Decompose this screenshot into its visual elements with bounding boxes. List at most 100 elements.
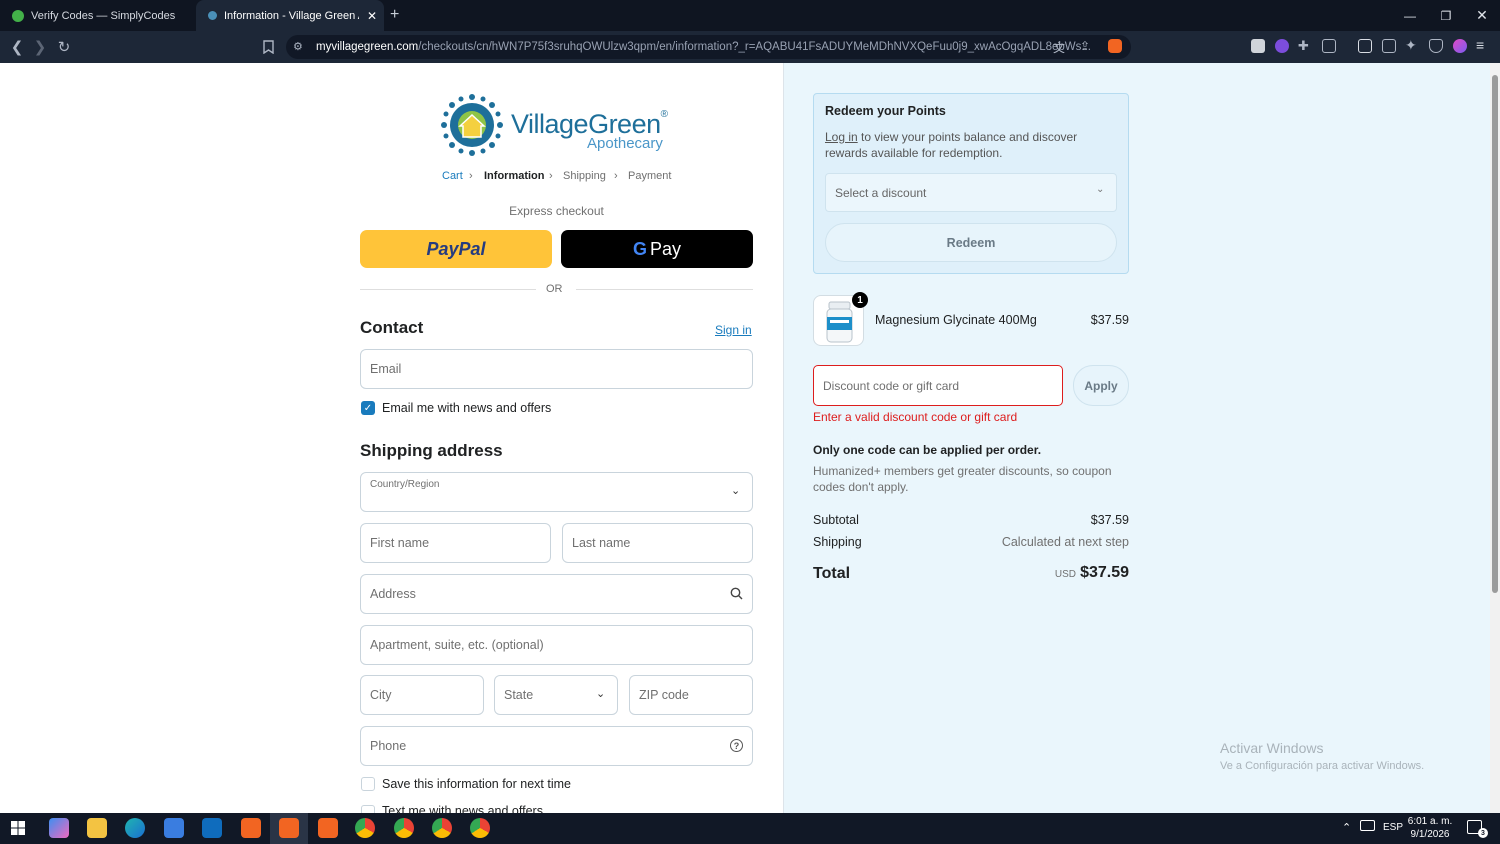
- address-bar[interactable]: myvillagegreen.com/checkouts/cn/hWN7P75f…: [286, 35, 1131, 59]
- redeem-label: Redeem: [946, 235, 996, 250]
- edge-icon[interactable]: [125, 818, 145, 838]
- breadcrumb-information: Information: [484, 170, 545, 182]
- phone-field[interactable]: Phone: [360, 726, 753, 766]
- text-me-label: Text me with news and offers: [382, 804, 543, 813]
- wallet-icon[interactable]: [1382, 39, 1396, 53]
- discount-select[interactable]: Select a discount: [825, 173, 1117, 212]
- city-placeholder: City: [370, 688, 392, 702]
- zip-field[interactable]: ZIP code: [629, 675, 753, 715]
- discount-code-field[interactable]: Discount code or gift card: [813, 365, 1063, 406]
- windows-taskbar: [0, 813, 1500, 844]
- share-icon[interactable]: ⇪: [1080, 39, 1090, 53]
- url-host: myvillagegreen.com: [316, 41, 419, 53]
- shipping-heading: Shipping address: [360, 441, 503, 460]
- forward-icon[interactable]: ❯: [29, 31, 51, 63]
- paypal-button[interactable]: PayPal: [360, 230, 552, 268]
- country-label: Country/Region: [370, 479, 440, 490]
- google-pay-button[interactable]: G Pay: [561, 230, 753, 268]
- new-tab-button[interactable]: +: [390, 6, 399, 24]
- extension-purple-icon[interactable]: [1275, 39, 1289, 53]
- vpn-icon[interactable]: [1429, 39, 1443, 53]
- chrome-profile-icon[interactable]: [470, 818, 490, 838]
- product-name: Magnesium Glycinate 400Mg: [875, 313, 1037, 327]
- paypal-logo: PayPal: [426, 238, 486, 259]
- country-select[interactable]: Country/Region: [360, 472, 753, 512]
- bookmark-icon[interactable]: [257, 31, 279, 63]
- redeem-heading: Redeem your Points: [825, 104, 946, 118]
- news-checkbox[interactable]: ✓: [361, 401, 375, 415]
- quantity-badge: 1: [852, 292, 868, 308]
- tab-simplycodes[interactable]: Verify Codes — SimplyCodes: [0, 0, 195, 31]
- notification-count: 3: [1478, 828, 1488, 838]
- or-separator: OR: [546, 283, 563, 295]
- last-name-placeholder: Last name: [572, 536, 631, 550]
- breadcrumb-separator-icon: ›: [614, 170, 618, 182]
- chrome-profile-icon[interactable]: [432, 818, 452, 838]
- tab-village-green[interactable]: Information - Village Green Apot ✕: [196, 0, 384, 31]
- apply-label: Apply: [1084, 378, 1118, 393]
- village-green-logo[interactable]: [440, 93, 504, 162]
- close-window-icon[interactable]: ✕: [1464, 0, 1500, 31]
- login-link[interactable]: Log in: [825, 130, 858, 144]
- tab-search-icon[interactable]: [1322, 39, 1336, 53]
- close-tab-icon[interactable]: ✕: [367, 9, 377, 23]
- profile-icon[interactable]: [1453, 39, 1467, 53]
- save-info-checkbox[interactable]: [361, 777, 375, 791]
- apartment-field[interactable]: Apartment, suite, etc. (optional): [360, 625, 753, 665]
- copilot-icon[interactable]: [49, 818, 69, 838]
- address-field[interactable]: Address: [360, 574, 753, 614]
- village-green-favicon: [208, 11, 217, 20]
- clock-time: 6:01 a. m.: [1407, 816, 1453, 827]
- breadcrumb-payment: Payment: [628, 170, 672, 182]
- chevron-up-icon[interactable]: ⌃: [1342, 821, 1351, 834]
- brave-icon[interactable]: [241, 818, 261, 838]
- brave-profile-icon[interactable]: [318, 818, 338, 838]
- chrome-icon[interactable]: [355, 818, 375, 838]
- site-settings-icon[interactable]: ⚙: [293, 40, 303, 53]
- translate-icon[interactable]: 文: [1053, 39, 1065, 56]
- brave-active-icon[interactable]: [279, 818, 299, 838]
- menu-icon[interactable]: ≡: [1476, 37, 1484, 53]
- sidebar-toggle-icon[interactable]: [1358, 39, 1372, 53]
- email-placeholder: Email: [370, 362, 402, 376]
- chrome-profile-icon[interactable]: [394, 818, 414, 838]
- minimize-icon[interactable]: —: [1392, 0, 1428, 31]
- sign-in-link[interactable]: Sign in: [715, 323, 752, 337]
- back-icon[interactable]: ❮: [6, 31, 28, 63]
- scrollbar-thumb[interactable]: [1492, 75, 1498, 593]
- windows-start-icon[interactable]: [11, 821, 25, 840]
- extensions-icon[interactable]: ✚: [1298, 38, 1309, 54]
- express-checkout-label: Express checkout: [509, 204, 604, 218]
- outlook-icon[interactable]: [202, 818, 222, 838]
- reload-icon[interactable]: ↻: [53, 31, 75, 63]
- last-name-field[interactable]: Last name: [562, 523, 753, 563]
- breadcrumb-separator-icon: ›: [549, 170, 553, 182]
- leo-ai-icon[interactable]: ✦: [1405, 37, 1417, 54]
- apply-button[interactable]: Apply: [1073, 365, 1129, 406]
- redeem-button[interactable]: Redeem: [825, 223, 1117, 262]
- extension-image-icon[interactable]: [1251, 39, 1265, 53]
- text-me-checkbox[interactable]: [361, 805, 375, 813]
- breadcrumb-cart[interactable]: Cart: [442, 170, 463, 182]
- state-placeholder: State: [504, 688, 534, 702]
- city-field[interactable]: City: [360, 675, 484, 715]
- network-icon[interactable]: [1360, 820, 1375, 831]
- file-explorer-icon[interactable]: [87, 818, 107, 838]
- language-indicator[interactable]: ESP: [1383, 822, 1403, 833]
- brave-shield-icon[interactable]: [1108, 39, 1122, 53]
- clock[interactable]: 6:01 a. m. 9/1/2026: [1405, 815, 1455, 841]
- chevron-down-icon: ⌄: [1096, 184, 1105, 195]
- total-value: $37.59: [1080, 564, 1129, 581]
- points-description: Log in to view your points balance and d…: [825, 129, 1115, 161]
- email-field[interactable]: Email: [360, 349, 753, 389]
- help-icon[interactable]: ?: [730, 739, 743, 752]
- store-icon[interactable]: [164, 818, 184, 838]
- breadcrumb-shipping: Shipping: [563, 170, 606, 182]
- logo-sun-icon: [441, 94, 503, 156]
- clock-date: 9/1/2026: [1410, 829, 1450, 840]
- subtotal-label: Subtotal: [813, 513, 859, 527]
- shipping-label: Shipping: [813, 535, 862, 549]
- first-name-field[interactable]: First name: [360, 523, 551, 563]
- restore-icon[interactable]: ❐: [1428, 0, 1464, 31]
- google-pay-label: Pay: [649, 238, 682, 259]
